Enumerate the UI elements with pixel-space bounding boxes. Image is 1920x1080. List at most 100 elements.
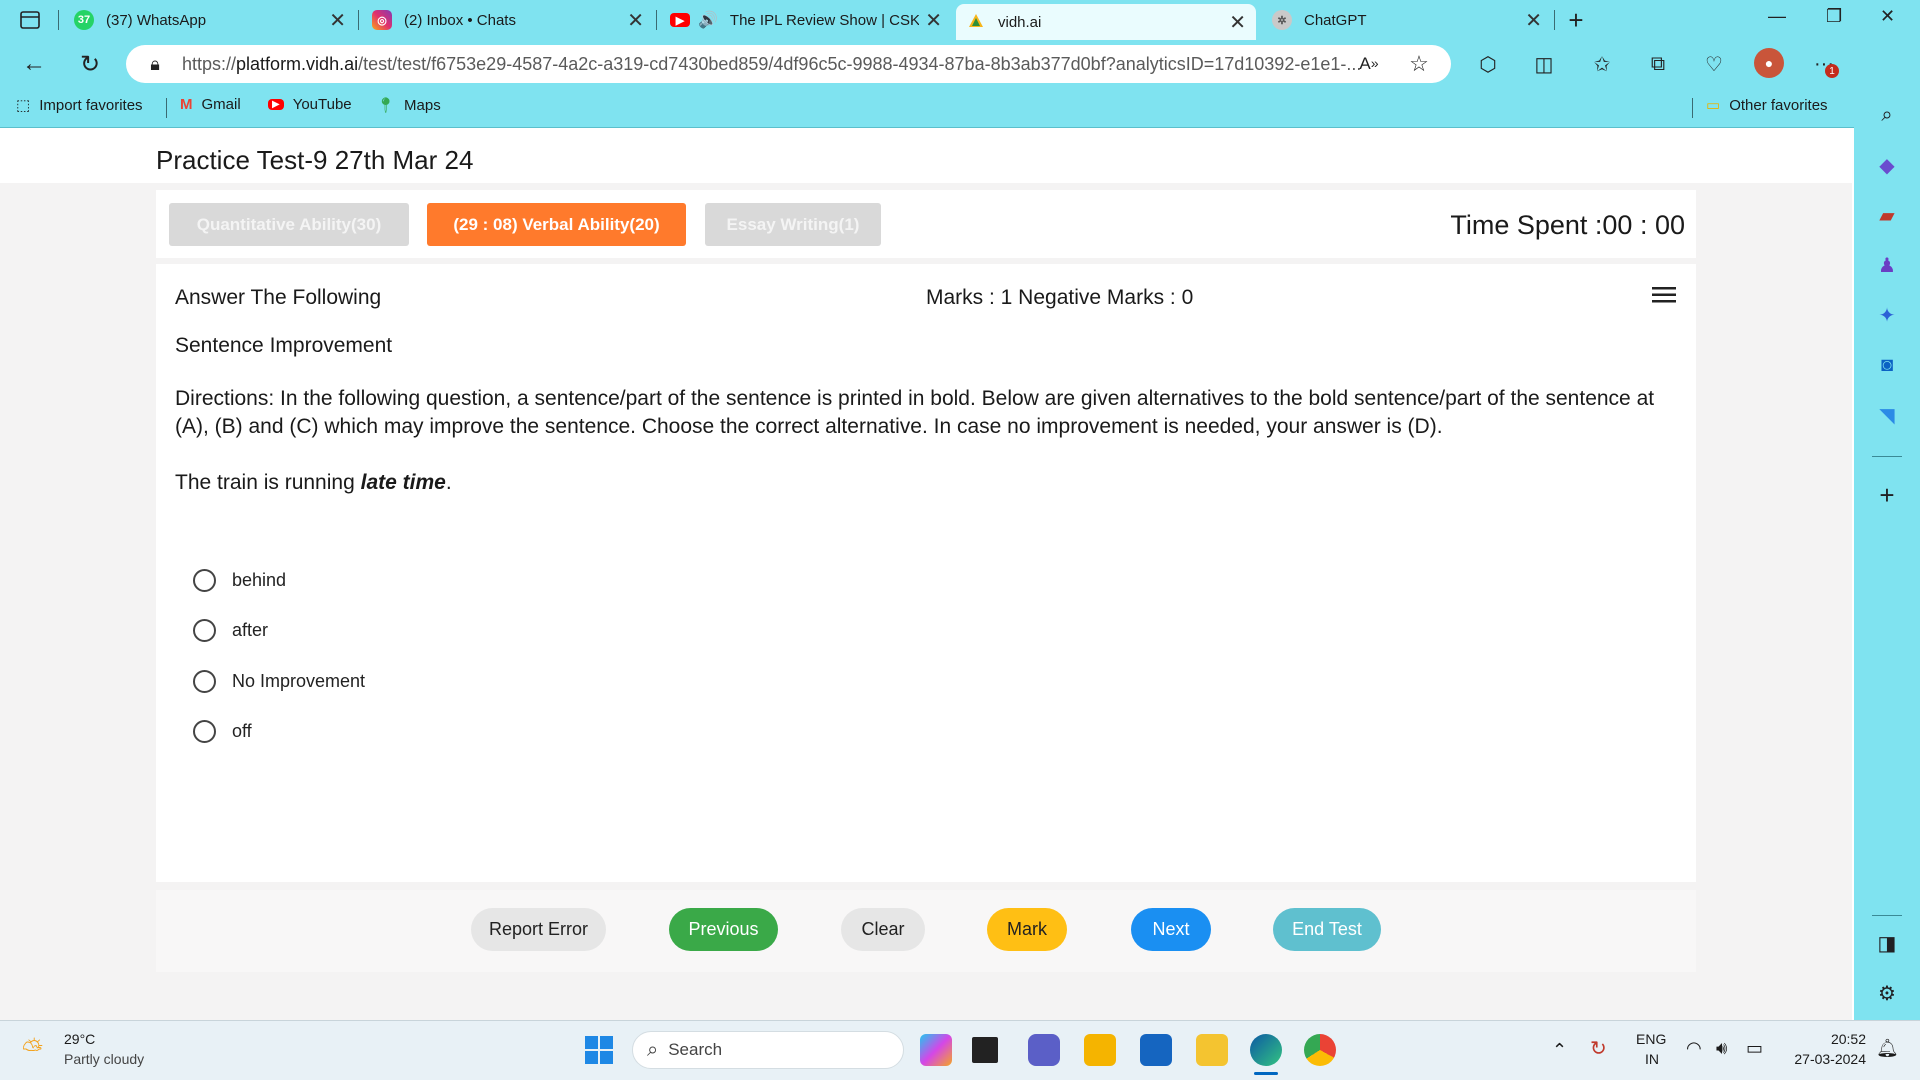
- option-d[interactable]: off: [193, 720, 252, 743]
- split-screen-icon[interactable]: ◫: [1530, 50, 1558, 78]
- radio-button[interactable]: [193, 619, 216, 642]
- end-test-button[interactable]: End Test: [1273, 908, 1381, 951]
- mark-button[interactable]: Mark: [987, 908, 1067, 951]
- section-essay[interactable]: Essay Writing(1): [705, 203, 881, 246]
- close-icon[interactable]: ✕: [1525, 8, 1542, 33]
- close-icon[interactable]: ✕: [627, 8, 644, 33]
- fav-label: Import favorites: [39, 96, 143, 114]
- favorite-star-icon[interactable]: ☆: [1406, 51, 1432, 76]
- option-label: No Improvement: [232, 671, 366, 691]
- folder-icon: ▭: [1706, 97, 1721, 114]
- favorites-icon[interactable]: ✩: [1588, 50, 1616, 78]
- section-quantitative[interactable]: Quantitative Ability(30): [169, 203, 409, 246]
- tab-vidhai[interactable]: vidh.ai ✕: [956, 4, 1256, 40]
- taskbar: [0, 1020, 1920, 1080]
- restore-icon[interactable]: ❐: [1826, 6, 1842, 27]
- copilot-pre-icon[interactable]: [920, 1034, 952, 1066]
- url-prefix: https://: [182, 53, 237, 74]
- language-eng[interactable]: ENG: [1636, 1031, 1666, 1047]
- extensions-icon[interactable]: ⬡: [1474, 50, 1502, 78]
- wifi-icon[interactable]: ◠: [1686, 1038, 1702, 1059]
- shopping-tag-icon[interactable]: ◆: [1874, 152, 1900, 178]
- drop-icon[interactable]: ◥: [1874, 402, 1900, 428]
- radio-button[interactable]: [193, 720, 216, 743]
- outlook-icon[interactable]: ◙: [1874, 352, 1900, 378]
- fav-import[interactable]: ⬚ Import favorites: [16, 96, 143, 115]
- instagram-icon: ◎: [372, 10, 392, 30]
- weather-desc: Partly cloudy: [64, 1051, 145, 1067]
- option-c[interactable]: No Improvement: [193, 670, 365, 693]
- sidebar-divider: [1872, 915, 1902, 916]
- radio-button[interactable]: [193, 569, 216, 592]
- question-topic: Sentence Improvement: [175, 334, 393, 357]
- button-bar: [156, 890, 1696, 972]
- close-icon[interactable]: ✕: [925, 8, 942, 33]
- tab-separator: [1554, 10, 1555, 30]
- search-icon[interactable]: ⌕: [1874, 102, 1900, 128]
- teams-icon[interactable]: [1028, 1034, 1060, 1066]
- close-window-icon[interactable]: ✕: [1880, 6, 1895, 27]
- report-error-button[interactable]: Report Error: [471, 908, 606, 951]
- sync-icon[interactable]: ↻: [1590, 1036, 1607, 1061]
- hide-sidebar-icon[interactable]: ◨: [1874, 930, 1900, 956]
- minimize-icon[interactable]: —: [1768, 6, 1786, 27]
- fav-youtube[interactable]: ▶ YouTube: [268, 96, 352, 113]
- tools-briefcase-icon[interactable]: ▰: [1874, 202, 1900, 228]
- battery-icon[interactable]: ▭: [1746, 1038, 1763, 1059]
- chevron-up-icon[interactable]: ⌃: [1552, 1040, 1567, 1061]
- fav-gmail[interactable]: M Gmail: [180, 96, 241, 113]
- option-a[interactable]: behind: [193, 569, 286, 592]
- radio-button[interactable]: [193, 670, 216, 693]
- edge-icon[interactable]: [1250, 1034, 1282, 1066]
- back-icon[interactable]: ←: [20, 50, 48, 78]
- tab-actions-icon[interactable]: [18, 9, 42, 31]
- section-verbal[interactable]: (29 : 08) Verbal Ability(20): [427, 203, 686, 246]
- next-button[interactable]: Next: [1131, 908, 1211, 951]
- collections-icon[interactable]: ⧉: [1644, 50, 1672, 78]
- weather-icon[interactable]: ⛅︎: [22, 1034, 56, 1064]
- clear-button[interactable]: Clear: [841, 908, 925, 951]
- tab-separator: [656, 10, 657, 30]
- fav-other[interactable]: ▭ Other favorites: [1706, 96, 1828, 115]
- menu-icon[interactable]: [1652, 286, 1676, 304]
- whatsapp-icon: 37: [74, 10, 94, 30]
- task-view-icon[interactable]: [972, 1037, 998, 1063]
- lock-icon[interactable]: 🔒︎: [144, 52, 166, 76]
- add-icon[interactable]: +: [1874, 480, 1900, 510]
- gear-icon[interactable]: ⚙: [1874, 980, 1900, 1006]
- taskbar-search[interactable]: ⌕ Search: [632, 1031, 904, 1069]
- tab-whatsapp[interactable]: 37 (37) WhatsApp ✕: [64, 4, 356, 36]
- tab-title: vidh.ai: [998, 13, 1042, 31]
- windows-start-icon[interactable]: [584, 1035, 614, 1065]
- tab-chatgpt[interactable]: ✲ ChatGPT ✕: [1262, 4, 1552, 36]
- notification-bell-icon[interactable]: 🔔︎: [1876, 1038, 1899, 1059]
- tab-instagram[interactable]: ◎ (2) Inbox • Chats ✕: [362, 4, 654, 36]
- fav-maps[interactable]: 📍︎ Maps: [376, 96, 441, 115]
- read-aloud-icon[interactable]: A»: [1356, 52, 1382, 76]
- copilot-side-icon[interactable]: ✦: [1874, 302, 1900, 328]
- games-icon[interactable]: ♟: [1874, 252, 1900, 278]
- browser-essentials-icon[interactable]: ♡: [1700, 50, 1728, 78]
- file-explorer-icon[interactable]: [1196, 1034, 1228, 1066]
- clock-time[interactable]: 20:52: [1828, 1031, 1866, 1047]
- speaker-icon[interactable]: 🔊: [698, 10, 718, 30]
- store-icon[interactable]: [1140, 1034, 1172, 1066]
- previous-button[interactable]: Previous: [669, 908, 778, 951]
- close-icon[interactable]: ✕: [329, 8, 346, 33]
- new-tab-icon[interactable]: +: [1564, 5, 1588, 35]
- maps-icon: 📍︎: [376, 97, 396, 114]
- vidhai-icon: [966, 12, 986, 32]
- chrome-icon[interactable]: [1304, 1034, 1336, 1066]
- search-icon: ⌕: [647, 1038, 659, 1061]
- tab-youtube[interactable]: ▶ 🔊 The IPL Review Show | CSK v ✕: [660, 4, 952, 36]
- app-icon[interactable]: [1084, 1034, 1116, 1066]
- language-in[interactable]: IN: [1645, 1051, 1659, 1067]
- close-icon[interactable]: ✕: [1229, 10, 1246, 35]
- clock-date[interactable]: 27-03-2024: [1786, 1051, 1866, 1067]
- volume-icon[interactable]: 🔊︎: [1716, 1038, 1727, 1059]
- option-b[interactable]: after: [193, 619, 268, 642]
- address-bar[interactable]: https://platform.vidh.ai/test/test/f6753…: [126, 45, 1451, 83]
- refresh-icon[interactable]: ↻: [76, 50, 104, 78]
- active-app-indicator: [1254, 1072, 1278, 1075]
- profile-avatar[interactable]: ●: [1754, 48, 1784, 78]
